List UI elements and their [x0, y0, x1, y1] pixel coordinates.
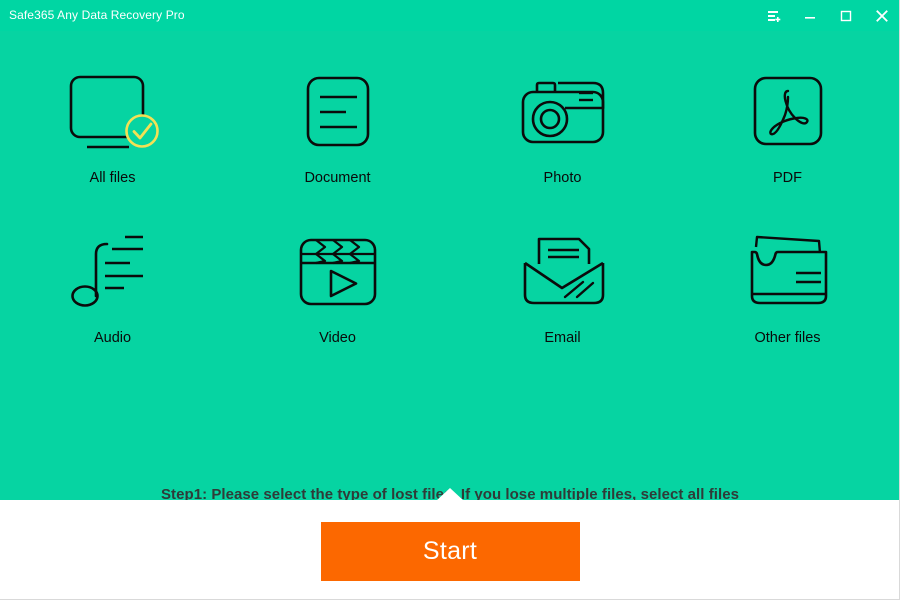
menu-icon[interactable] — [756, 0, 792, 31]
file-type-label: All files — [89, 170, 136, 186]
main-panel-inner: All files Document Photo PDF Audio Video… — [0, 31, 899, 503]
document-icon — [290, 67, 386, 163]
close-icon[interactable] — [864, 0, 899, 31]
window-controls — [756, 0, 899, 31]
app-window: Safe365 Any Data Recovery Pro All files … — [0, 0, 900, 600]
clapperboard-icon — [290, 227, 386, 323]
file-type-audio[interactable]: Audio — [0, 227, 225, 387]
file-type-photo[interactable]: Photo — [450, 67, 675, 227]
file-type-all-files[interactable]: All files — [0, 67, 225, 227]
maximize-icon[interactable] — [828, 0, 864, 31]
file-type-label: Email — [544, 330, 581, 346]
file-type-video[interactable]: Video — [225, 227, 450, 387]
file-type-label: Document — [304, 170, 371, 186]
file-type-other-files[interactable]: Other files — [675, 227, 899, 387]
pdf-icon — [740, 67, 836, 163]
monitor-icon — [65, 67, 161, 163]
file-type-grid: All files Document Photo PDF Audio Video… — [0, 67, 899, 387]
file-type-label: Video — [319, 330, 356, 346]
file-type-email[interactable]: Email — [450, 227, 675, 387]
music-note-icon — [65, 227, 161, 323]
file-type-label: Photo — [543, 170, 582, 186]
file-type-label: Audio — [93, 330, 132, 346]
file-type-document[interactable]: Document — [225, 67, 450, 227]
file-type-pdf[interactable]: PDF — [675, 67, 899, 227]
start-button[interactable]: Start — [320, 522, 580, 581]
title-bar: Safe365 Any Data Recovery Pro — [0, 0, 899, 31]
minimize-icon[interactable] — [792, 0, 828, 31]
folder-icon — [740, 227, 836, 323]
window-title: Safe365 Any Data Recovery Pro — [9, 8, 185, 22]
camera-icon — [515, 67, 611, 163]
file-type-label: Other files — [754, 330, 821, 346]
main-panel: All files Document Photo PDF Audio Video… — [0, 31, 899, 503]
footer-bar: Start — [0, 500, 899, 599]
envelope-icon — [515, 227, 611, 323]
file-type-label: PDF — [773, 170, 802, 186]
